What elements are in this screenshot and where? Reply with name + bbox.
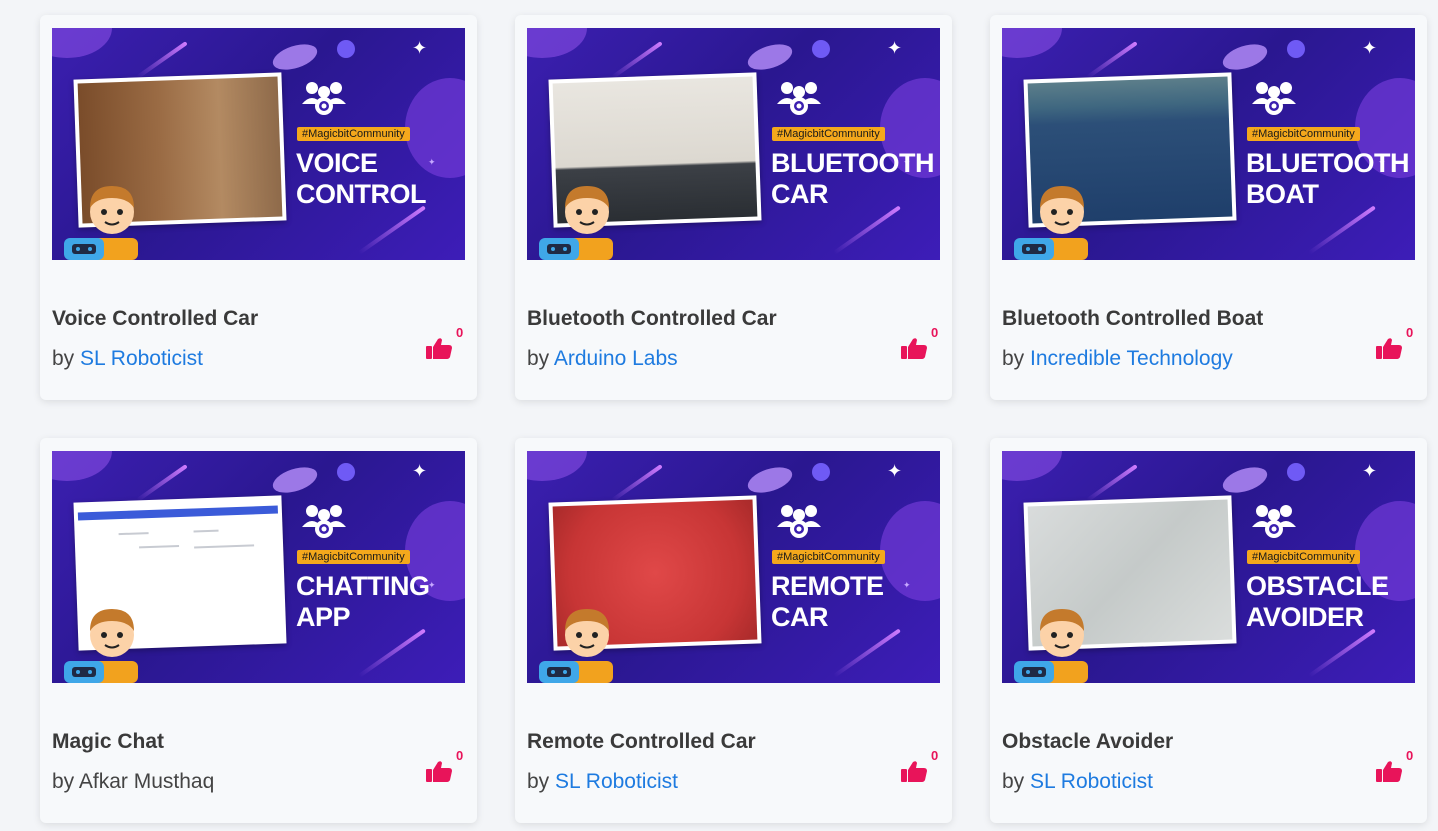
mascot-illustration — [1010, 178, 1106, 260]
project-title[interactable]: Obstacle Avoider — [1002, 730, 1173, 754]
author-line: by SL Roboticist — [1002, 770, 1153, 793]
mascot-illustration — [535, 601, 631, 683]
sparkle-icon: ✦ — [1362, 461, 1378, 482]
project-card[interactable]: ✦ ✦ #MagicbitCommunity BLUETOOTH CAR Blu… — [515, 15, 952, 400]
mascot-illustration — [60, 178, 156, 260]
community-tag: #MagicbitCommunity — [1247, 550, 1360, 564]
project-thumbnail[interactable]: ✦ ✦ #MagicbitCommunity CHATTING APP — [52, 451, 465, 683]
banner-title: CHATTING APP — [296, 571, 430, 632]
community-icon — [1248, 503, 1300, 539]
sparkle-icon: ✦ — [412, 461, 428, 482]
author-link[interactable]: Incredible Technology — [1030, 347, 1233, 370]
author-link[interactable]: Arduino Labs — [554, 347, 678, 370]
sparkle-icon: ✦ — [412, 38, 428, 59]
project-thumbnail[interactable]: ✦ ✦ #MagicbitCommunity OBSTACLE AVOIDER — [1002, 451, 1415, 683]
project-thumbnail[interactable]: ✦ ✦ #MagicbitCommunity BLUETOOTH CAR — [527, 28, 940, 260]
author-line: by Incredible Technology — [1002, 347, 1233, 370]
community-icon — [298, 80, 350, 116]
project-card[interactable]: ✦ ✦ #MagicbitCommunity OBSTACLE AVOIDER … — [990, 438, 1427, 823]
sparkle-icon: ✦ — [887, 38, 903, 59]
mascot-illustration — [535, 178, 631, 260]
like-count: 0 — [1406, 748, 1414, 763]
like-count: 0 — [1406, 325, 1414, 340]
like-count: 0 — [456, 325, 464, 340]
project-card[interactable]: ✦ ✦ #MagicbitCommunity VOICE CONTROL Voi… — [40, 15, 477, 400]
community-tag: #MagicbitCommunity — [772, 127, 885, 141]
author-link[interactable]: SL Roboticist — [1030, 770, 1153, 793]
thumbs-up-icon[interactable] — [901, 337, 927, 359]
author-link[interactable]: SL Roboticist — [80, 347, 203, 370]
sparkle-icon: ✦ — [887, 461, 903, 482]
project-thumbnail[interactable]: ✦ ✦ #MagicbitCommunity BLUETOOTH BOAT — [1002, 28, 1415, 260]
project-title[interactable]: Voice Controlled Car — [52, 307, 258, 331]
project-thumbnail[interactable]: ✦ ✦ #MagicbitCommunity REMOTE CAR — [527, 451, 940, 683]
community-tag: #MagicbitCommunity — [772, 550, 885, 564]
sparkle-icon: ✦ — [1362, 38, 1378, 59]
community-icon — [1248, 80, 1300, 116]
thumbs-up-icon[interactable] — [426, 337, 452, 359]
project-title[interactable]: Magic Chat — [52, 730, 164, 754]
like-count: 0 — [931, 325, 939, 340]
community-icon — [298, 503, 350, 539]
project-thumbnail[interactable]: ✦ ✦ #MagicbitCommunity VOICE CONTROL — [52, 28, 465, 260]
project-title[interactable]: Remote Controlled Car — [527, 730, 756, 754]
banner-title: BLUETOOTH CAR — [771, 148, 935, 209]
thumbs-up-icon[interactable] — [1376, 760, 1402, 782]
mascot-illustration — [60, 601, 156, 683]
thumbs-up-icon[interactable] — [1376, 337, 1402, 359]
project-card[interactable]: ✦ ✦ #MagicbitCommunity CHATTING APP Magi… — [40, 438, 477, 823]
community-icon — [773, 503, 825, 539]
banner-title: VOICE CONTROL — [296, 148, 426, 209]
author-line: by SL Roboticist — [52, 347, 203, 370]
community-icon — [773, 80, 825, 116]
banner-title: OBSTACLE AVOIDER — [1246, 571, 1389, 632]
thumbs-up-icon[interactable] — [426, 760, 452, 782]
community-tag: #MagicbitCommunity — [297, 550, 410, 564]
community-tag: #MagicbitCommunity — [297, 127, 410, 141]
banner-title: REMOTE CAR — [771, 571, 884, 632]
author-name: Afkar Musthaq — [78, 770, 215, 793]
like-count: 0 — [931, 748, 939, 763]
sparkle-icon: ✦ — [903, 581, 911, 591]
sparkle-icon: ✦ — [428, 158, 436, 168]
community-tag: #MagicbitCommunity — [1247, 127, 1360, 141]
author-line: by Arduino Labs — [527, 347, 678, 370]
like-count: 0 — [456, 748, 464, 763]
mascot-illustration — [1010, 601, 1106, 683]
project-card[interactable]: ✦ ✦ #MagicbitCommunity REMOTE CAR Remote… — [515, 438, 952, 823]
project-card[interactable]: ✦ ✦ #MagicbitCommunity BLUETOOTH BOAT Bl… — [990, 15, 1427, 400]
author-line: by SL Roboticist — [527, 770, 678, 793]
banner-title: BLUETOOTH BOAT — [1246, 148, 1410, 209]
author-line: by Afkar Musthaq — [52, 770, 215, 793]
thumbs-up-icon[interactable] — [901, 760, 927, 782]
project-title[interactable]: Bluetooth Controlled Car — [527, 307, 777, 331]
author-link[interactable]: SL Roboticist — [555, 770, 678, 793]
project-title[interactable]: Bluetooth Controlled Boat — [1002, 307, 1263, 331]
